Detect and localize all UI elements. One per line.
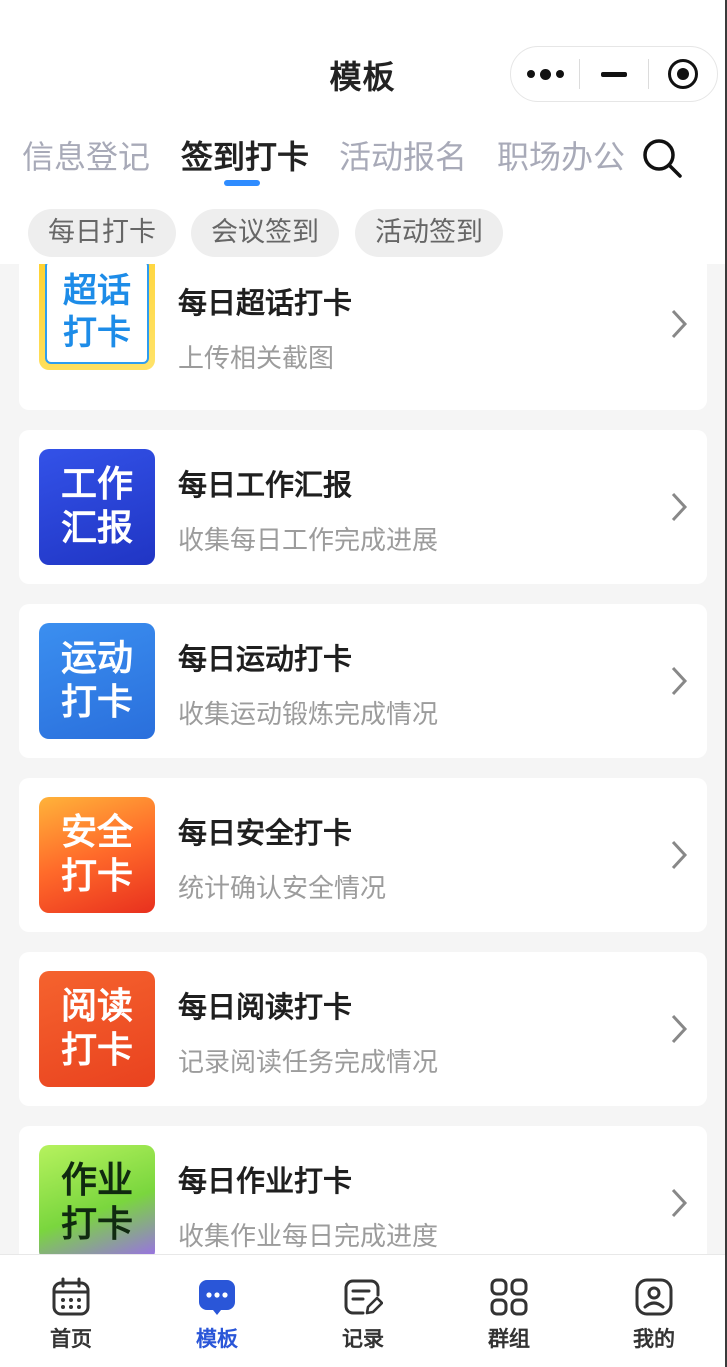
card-title: 每日安全打卡 [178,816,353,850]
chat-dots-icon [199,1280,235,1315]
edit-note-icon [344,1279,383,1315]
homework-checkin-icon: 作业 打卡 [39,1145,155,1254]
template-card[interactable]: 运动 打卡 每日运动打卡 收集运动锻炼完成情况 [19,604,707,758]
chevron-right-icon [671,1188,688,1218]
card-title: 每日工作汇报 [178,468,353,502]
bottom-nav: 首页 模板 记录 群组 我的 [0,1254,725,1367]
icon-text: 汇报 [60,508,133,549]
nav-groups[interactable]: 群组 [454,1277,564,1353]
safety-checkin-icon: 安全 打卡 [39,797,155,913]
profile-icon [635,1278,673,1316]
mini-program-capsule [510,46,718,102]
tab-office[interactable]: 职场办公 [497,132,625,178]
icon-text: 打卡 [60,1204,133,1245]
tab-info-register[interactable]: 信息登记 [22,132,150,178]
card-subtitle: 收集每日工作完成进展 [178,526,439,556]
card-title: 每日运动打卡 [178,642,353,676]
icon-text: 运动 [60,638,133,679]
category-tabs: 信息登记 签到打卡 活动报名 职场办公 [0,124,640,194]
card-subtitle: 收集运动锻炼完成情况 [178,700,439,730]
template-card[interactable]: 作业 打卡 每日作业打卡 收集作业每日完成进度 [19,1126,707,1254]
icon-text: 阅读 [60,986,133,1027]
chevron-right-icon [671,666,688,696]
minus-icon [601,71,627,77]
search-icon[interactable] [640,136,684,180]
card-subtitle: 记录阅读任务完成情况 [178,1048,439,1078]
chip-daily-checkin[interactable]: 每日打卡 [28,209,176,257]
chip-meeting-signin[interactable]: 会议签到 [191,209,339,257]
icon-text: 超话 [63,271,131,311]
template-card[interactable]: 工作 汇报 每日工作汇报 收集每日工作完成进展 [19,430,707,584]
card-title: 每日作业打卡 [178,1164,353,1198]
card-title: 每日超话打卡 [178,286,353,320]
reading-checkin-icon: 阅读 打卡 [39,971,155,1087]
tab-checkin[interactable]: 签到打卡 [181,132,309,178]
icon-text: 工作 [60,464,133,505]
icon-text: 打卡 [63,313,131,353]
icon-text: 作业 [60,1160,133,1201]
nav-home[interactable]: 首页 [16,1277,126,1353]
more-dots-icon [526,68,564,80]
super-topic-checkin-icon: 超话 打卡 [39,264,155,370]
top-bar: 模板 [0,0,725,120]
nav-label: 模板 [196,1327,238,1351]
target-icon [668,59,698,89]
template-card[interactable]: 阅读 打卡 每日阅读打卡 记录阅读任务完成情况 [19,952,707,1106]
nav-profile[interactable]: 我的 [599,1277,709,1353]
minimize-button[interactable] [580,46,648,102]
card-title: 每日阅读打卡 [178,990,353,1024]
nav-label: 首页 [50,1327,92,1351]
grid-icon [490,1278,528,1316]
icon-text: 打卡 [60,856,133,897]
close-button[interactable] [649,46,717,102]
work-report-icon: 工作 汇报 [39,449,155,565]
template-card[interactable]: 超话 打卡 每日超话打卡 上传相关截图 [19,264,707,410]
icon-text: 打卡 [60,1030,133,1071]
exercise-checkin-icon: 运动 打卡 [39,623,155,739]
nav-label: 群组 [488,1327,530,1351]
template-card[interactable]: 安全 打卡 每日安全打卡 统计确认安全情况 [19,778,707,932]
nav-templates[interactable]: 模板 [162,1277,272,1353]
tab-activity-signup[interactable]: 活动报名 [339,132,467,178]
active-tab-indicator [224,180,260,186]
template-list: 超话 打卡 每日超话打卡 上传相关截图 工作 汇报 每日工作汇报 收集每日工作完… [0,264,725,1254]
card-subtitle: 上传相关截图 [178,344,335,374]
icon-text: 安全 [60,812,133,853]
more-button[interactable] [511,46,579,102]
chevron-right-icon [671,492,688,522]
nav-label: 记录 [342,1327,384,1351]
chevron-right-icon [671,1014,688,1044]
nav-records[interactable]: 记录 [308,1277,418,1353]
chip-activity-signin[interactable]: 活动签到 [355,209,503,257]
icon-text: 打卡 [60,682,133,723]
nav-label: 我的 [633,1327,675,1351]
card-subtitle: 统计确认安全情况 [178,874,387,904]
calendar-icon [52,1277,90,1316]
chevron-right-icon [671,840,688,870]
chevron-right-icon [671,309,688,339]
card-subtitle: 收集作业每日完成进度 [178,1222,439,1252]
